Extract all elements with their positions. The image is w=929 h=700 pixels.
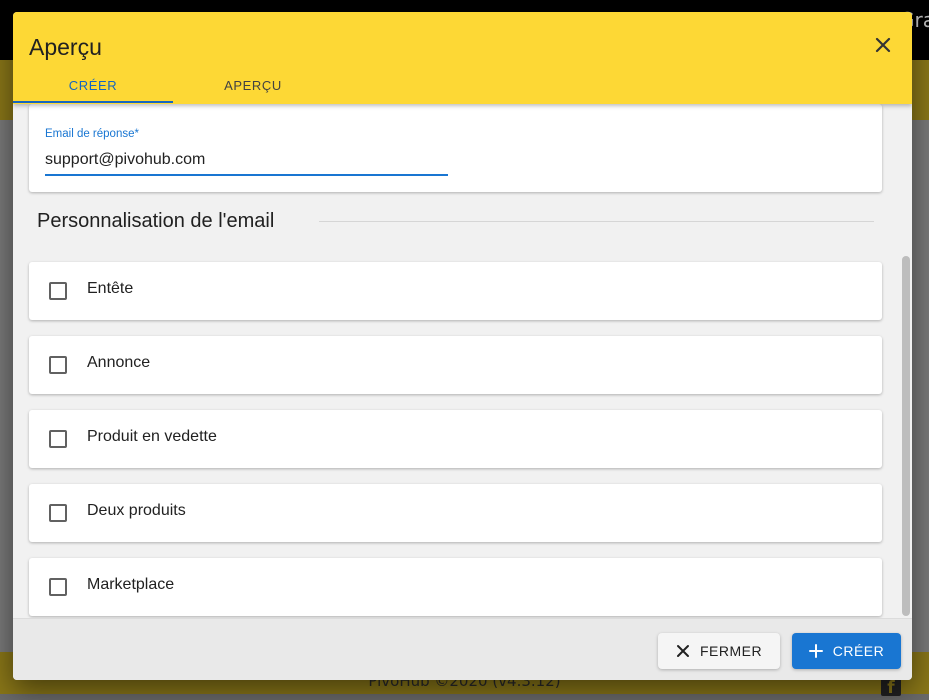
- option-card-announcement[interactable]: Annonce: [29, 336, 882, 394]
- reply-email-input[interactable]: [45, 146, 448, 176]
- section-title: Personnalisation de l'email: [37, 210, 275, 232]
- option-card-two-products[interactable]: Deux produits: [29, 484, 882, 542]
- option-label: Produit en vedette: [87, 428, 217, 445]
- option-card-marketplace[interactable]: Marketplace: [29, 558, 882, 616]
- dialog-body: Email de réponse* Personnalisation de l'…: [13, 104, 912, 618]
- option-label: Deux produits: [87, 502, 186, 519]
- checkbox-two-products[interactable]: [49, 504, 67, 522]
- option-card-header[interactable]: Entête: [29, 262, 882, 320]
- close-icon[interactable]: [872, 34, 894, 56]
- active-tab-indicator: [13, 101, 173, 103]
- plus-icon: [808, 644, 823, 658]
- option-label: Marketplace: [87, 576, 175, 593]
- tab-preview[interactable]: APERÇU: [173, 78, 333, 104]
- dialog-title: Aperçu: [29, 34, 102, 60]
- dialog-footer: FERMER CRÉER: [13, 618, 912, 680]
- close-icon: [676, 645, 689, 657]
- checkbox-marketplace[interactable]: [49, 578, 67, 596]
- dialog-header: Aperçu CRÉER APERÇU: [13, 12, 912, 104]
- checkbox-featured-product[interactable]: [49, 430, 67, 448]
- section-divider: [319, 221, 874, 222]
- create-button[interactable]: CRÉER: [792, 633, 901, 669]
- preview-dialog: Aperçu CRÉER APERÇU Email de réponse* Pe…: [13, 12, 912, 680]
- checkbox-header[interactable]: [49, 282, 67, 300]
- create-button-label: CRÉER: [832, 643, 885, 659]
- checkbox-announcement[interactable]: [49, 356, 67, 374]
- close-button[interactable]: FERMER: [658, 633, 780, 669]
- option-label: Annonce: [87, 354, 151, 371]
- close-button-label: FERMER: [699, 643, 763, 659]
- option-card-featured-product[interactable]: Produit en vedette: [29, 410, 882, 468]
- option-label: Entête: [87, 280, 134, 297]
- scrollbar-thumb[interactable]: [902, 256, 910, 616]
- email-card: Email de réponse*: [29, 104, 882, 192]
- email-field-label: Email de réponse*: [45, 128, 139, 140]
